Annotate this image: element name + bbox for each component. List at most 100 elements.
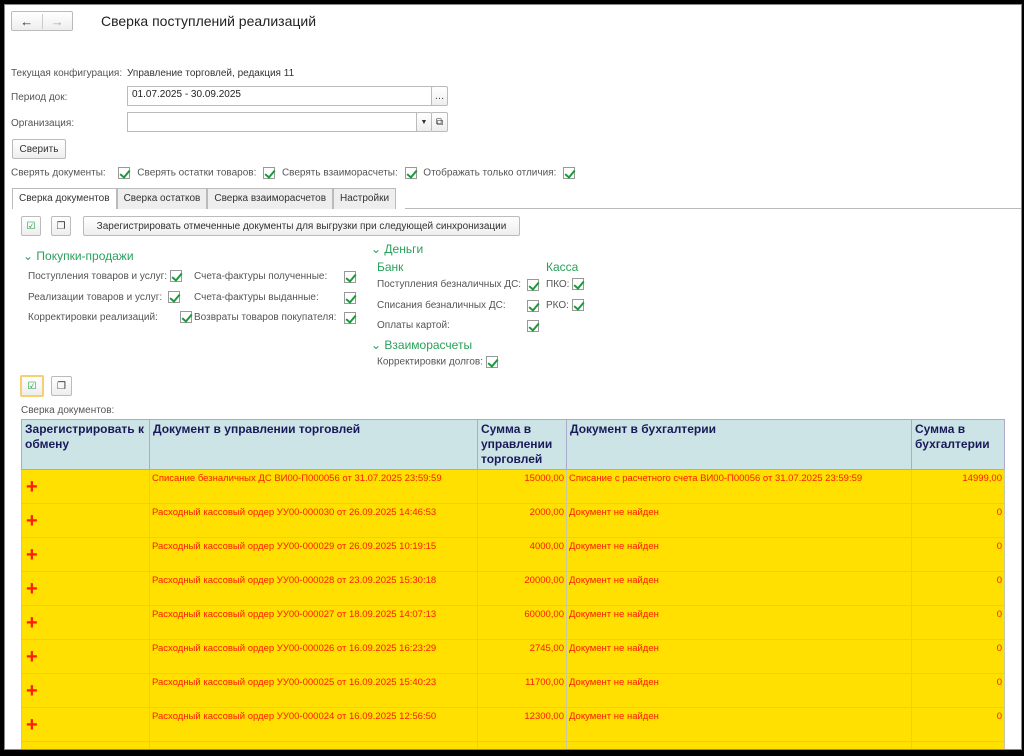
accounting-document[interactable]: Документ не найден xyxy=(566,707,912,742)
register-cell[interactable]: + xyxy=(21,707,150,742)
period-input[interactable]: 01.07.2025 - 30.09.2025 xyxy=(127,86,432,106)
column-header[interactable]: Сумма в управлении торговлей xyxy=(477,419,567,470)
trade-sum: 11700,00 xyxy=(477,673,567,708)
register-cell[interactable]: + xyxy=(21,503,150,538)
table-row[interactable]: + Расходный кассовый ордер УУ00-000027 о… xyxy=(21,605,1005,640)
checkbox[interactable] xyxy=(169,270,182,283)
trade-sum: 60000,00 xyxy=(477,605,567,640)
accounting-document[interactable]: Документ не найден xyxy=(566,537,912,572)
bank-items: Поступления безналичных ДС: Списания без… xyxy=(377,275,539,337)
checkbox[interactable] xyxy=(571,298,584,311)
column-header[interactable]: Зарегистрировать к обмену xyxy=(21,419,150,470)
checkbox[interactable] xyxy=(485,356,498,368)
org-input[interactable] xyxy=(127,112,417,132)
tab-balances[interactable]: Сверка остатков xyxy=(116,188,208,209)
plus-icon[interactable]: + xyxy=(24,677,147,701)
plus-icon[interactable]: + xyxy=(24,507,147,531)
trade-document[interactable]: Расходный кассовый ордер УУ00-000025 от … xyxy=(149,673,478,708)
group-settlements-header[interactable]: ⌄ Взаиморасчеты xyxy=(371,338,472,352)
register-cell[interactable]: + xyxy=(21,639,150,674)
table-row[interactable]: + Расходный кассовый ордер УУ00-000030 о… xyxy=(21,503,1005,538)
option-checkbox[interactable] xyxy=(263,167,276,179)
plus-icon[interactable]: + xyxy=(24,643,147,667)
trade-sum: 15000,00 xyxy=(477,469,567,504)
org-label: Организация: xyxy=(11,118,75,129)
config-label: Текущая конфигурация: xyxy=(11,68,123,79)
register-cell[interactable]: + xyxy=(21,571,150,606)
table-check-all-button[interactable]: ☑ xyxy=(20,375,44,397)
org-open-button[interactable]: ⧉ xyxy=(431,112,448,132)
accounting-document[interactable]: Документ не найден xyxy=(566,503,912,538)
register-button[interactable]: Зарегистрировать отмеченные документы дл… xyxy=(83,216,520,236)
table-row[interactable]: + Расходный кассовый ордер УУ00-000029 о… xyxy=(21,537,1005,572)
group-money-header[interactable]: ⌄ Деньги xyxy=(371,242,423,256)
trade-document[interactable]: Расходный кассовый ордер УУ00-000028 от … xyxy=(149,571,478,606)
check-all-button[interactable]: ☑ xyxy=(21,216,41,236)
uncheck-all-icon: ❐ xyxy=(57,380,66,392)
trade-document[interactable]: Списание безналичных ДС ВИ00-П000056 от … xyxy=(149,469,478,504)
period-select-button[interactable]: … xyxy=(431,86,448,106)
trade-sum: 20000,00 xyxy=(477,571,567,606)
column-header[interactable]: Документ в управлении торговлей xyxy=(149,419,478,470)
option-checkbox[interactable] xyxy=(404,167,417,179)
column-header[interactable]: Сумма в бухгалтерии xyxy=(911,419,1005,470)
back-icon[interactable]: ← xyxy=(12,13,43,29)
checkbox[interactable] xyxy=(527,320,539,332)
trade-document[interactable]: Расходный кассовый ордер УУ00-000030 от … xyxy=(149,503,478,538)
register-cell[interactable]: + xyxy=(21,605,150,640)
checkbox[interactable] xyxy=(527,279,539,291)
cell xyxy=(21,741,150,749)
checkbox[interactable] xyxy=(344,312,356,324)
plus-icon[interactable]: + xyxy=(24,711,147,735)
period-label: Период док: xyxy=(11,92,68,103)
uncheck-all-button[interactable]: ❐ xyxy=(51,216,71,236)
trade-document[interactable]: Расходный кассовый ордер УУ00-000029 от … xyxy=(149,537,478,572)
table-row[interactable]: + Списание безналичных ДС ВИ00-П000056 о… xyxy=(21,469,1005,504)
group-title: Взаиморасчеты xyxy=(384,338,473,352)
register-cell[interactable]: + xyxy=(21,673,150,708)
accounting-sum: 0 xyxy=(911,605,1005,640)
table-uncheck-all-button[interactable]: ❐ xyxy=(51,376,72,396)
tab-settlements[interactable]: Сверка взаиморасчетов xyxy=(207,188,333,209)
table-row[interactable]: + Расходный кассовый ордер УУ00-000025 о… xyxy=(21,673,1005,708)
checkbox[interactable] xyxy=(180,311,193,324)
group-title: Деньги xyxy=(384,242,424,256)
accounting-document[interactable]: Документ не найден xyxy=(566,639,912,674)
column-header[interactable]: Документ в бухгалтерии xyxy=(566,419,912,470)
chevron-down-icon: ⌄ xyxy=(371,338,382,352)
tab-documents[interactable]: Сверка документов xyxy=(12,188,117,209)
org-dropdown-button[interactable]: ▼ xyxy=(416,112,432,132)
plus-icon[interactable]: + xyxy=(24,609,147,633)
option-checkbox[interactable] xyxy=(118,167,131,179)
register-cell[interactable]: + xyxy=(21,537,150,572)
option-checkbox[interactable] xyxy=(563,167,576,179)
accounting-document[interactable]: Документ не найден xyxy=(566,673,912,708)
compare-button[interactable]: Сверить xyxy=(12,139,66,159)
table-row[interactable]: + Расходный кассовый ордер УУ00-000024 о… xyxy=(21,707,1005,742)
register-cell[interactable]: + xyxy=(21,469,150,504)
chevron-down-icon: ⌄ xyxy=(371,242,382,256)
checkbox[interactable] xyxy=(344,271,356,283)
checkbox[interactable] xyxy=(572,278,585,291)
trade-sum: 2745,00 xyxy=(477,639,567,674)
trade-document[interactable]: Расходный кассовый ордер УУ00-000026 от … xyxy=(149,639,478,674)
trade-document[interactable]: Расходный кассовый ордер УУ00-000024 от … xyxy=(149,707,478,742)
checkbox[interactable] xyxy=(167,290,180,303)
table-row-partial[interactable] xyxy=(21,741,1005,749)
accounting-document[interactable]: Документ не найден xyxy=(566,605,912,640)
checkbox[interactable] xyxy=(527,299,539,312)
checkbox[interactable] xyxy=(344,291,356,304)
table-row[interactable]: + Расходный кассовый ордер УУ00-000026 о… xyxy=(21,639,1005,674)
forward-icon[interactable]: → xyxy=(43,14,73,29)
plus-icon[interactable]: + xyxy=(24,473,147,497)
trade-document[interactable]: Расходный кассовый ордер УУ00-000027 от … xyxy=(149,605,478,640)
accounting-document[interactable]: Документ не найден xyxy=(566,571,912,606)
tab-settings[interactable]: Настройки xyxy=(333,188,397,209)
accounting-document[interactable]: Списание с расчетного счета ВИ00-П00056 … xyxy=(566,469,912,504)
plus-icon[interactable]: + xyxy=(24,575,147,599)
plus-icon[interactable]: + xyxy=(24,541,147,565)
group-sales-header[interactable]: ⌄ Покупки-продажи xyxy=(23,249,134,263)
table-row[interactable]: + Расходный кассовый ордер УУ00-000028 о… xyxy=(21,571,1005,606)
accounting-sum: 0 xyxy=(911,503,1005,538)
tab-bar: Сверка документов Сверка остатков Сверка… xyxy=(12,188,397,209)
